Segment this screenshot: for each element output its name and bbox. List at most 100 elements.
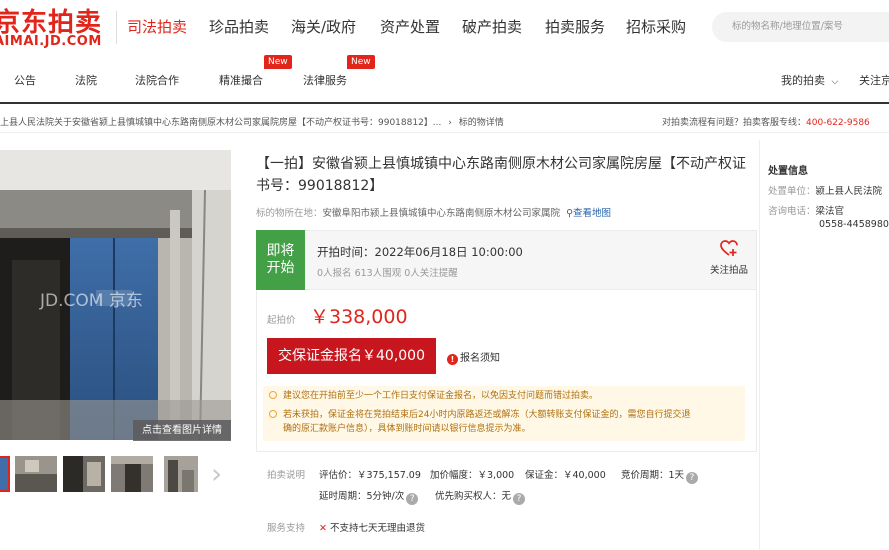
contact-label: 咨询电话： <box>768 206 816 217</box>
chevron-down-icon: ⌵ <box>831 77 839 87</box>
map-pin-icon: ⚲ <box>566 208 574 219</box>
bidding-period: 竞价周期：1天? <box>621 467 699 484</box>
breadcrumb-current: 标的物详情 <box>458 118 504 128</box>
subnav-announcement[interactable]: 公告 <box>14 72 36 88</box>
pay-deposit-register-button[interactable]: 交保证金报名￥40,000 <box>267 338 436 374</box>
header-divider <box>0 102 889 104</box>
disposal-unit-row: 处置单位：颍上县人民法院 <box>768 183 882 197</box>
thumbnail-image <box>63 456 105 492</box>
search-input[interactable]: 标的物名称/地理位置/案号 <box>712 12 889 42</box>
follow-item-label: 关注拍品 <box>709 265 748 276</box>
start-price-label: 起拍价 <box>267 315 296 326</box>
view-photo-details-button[interactable]: 点击查看图片详情 <box>133 420 231 441</box>
no-return-text: 不支持七天无理由退货 <box>329 523 425 534</box>
cross-icon: ✕ <box>319 523 327 534</box>
status-line-1: 即将 <box>266 243 295 259</box>
logo-divider <box>116 11 117 44</box>
chevron-right-icon: › <box>448 118 452 128</box>
deposit-amount: 保证金：￥40,000 <box>525 470 606 481</box>
heart-plus-icon <box>720 240 738 256</box>
start-price: ￥338,000 <box>310 306 408 328</box>
appraisal-price: 评估价：￥375,157.09 <box>319 470 421 481</box>
nav-judicial-auction[interactable]: 司法拍卖 <box>127 16 187 37</box>
subnav-court[interactable]: 法院 <box>75 72 97 88</box>
contact-row: 咨询电话：梁法官 <box>768 203 844 217</box>
start-time: 开拍时间：2022年06月18日 10:00:00 <box>317 245 523 259</box>
thumbnail[interactable] <box>164 456 198 492</box>
nav-tender-purchase[interactable]: 招标采购 <box>626 16 686 37</box>
contact-name: 梁法官 <box>815 206 845 217</box>
thumbnail-image <box>111 456 153 492</box>
item-location: 标的物所在地：安徽阜阳市颍上县慎城镇中心东路南侧原木材公司家属院 ⚲查看地图 <box>256 205 611 219</box>
view-map-link[interactable]: 查看地图 <box>573 208 611 219</box>
delay-period: 延时周期：5分钟/次? <box>319 488 419 505</box>
tip-item: 建议您在开拍前至少一个工作日支付保证金报名，以免因支付问题而错过拍卖。 <box>269 390 598 403</box>
subnav-precise-match[interactable]: 精准撮合 <box>219 72 263 88</box>
thumbnail[interactable] <box>63 456 105 492</box>
thumbnail-next-arrow-icon[interactable]: › <box>211 459 222 489</box>
status-panel <box>256 230 757 290</box>
item-title: 【一拍】安徽省颍上县慎城镇中心东路南侧原木材公司家属院房屋【不动产权证书号：99… <box>256 156 746 194</box>
question-icon[interactable]: ? <box>406 493 419 505</box>
tip-text-continued: 确的原汇款账户信息），具体到账时间请以银行信息提示为准。 <box>283 424 531 434</box>
registration-notice-link[interactable]: ! 报名须知 <box>447 349 500 365</box>
tip-text: 若未获拍，保证金将在竞拍结束后24小时内原路返还或解冻（大额转账支付保证金的，需… <box>283 410 691 420</box>
thumbnail[interactable] <box>15 456 57 492</box>
service-support-value: ✕ 不支持七天无理由退货 <box>319 520 425 534</box>
follow-item-button[interactable]: 关注拍品 <box>707 240 751 276</box>
location-label: 标的物所在地： <box>256 208 323 219</box>
participation-counts: 0人报名 613人围观 0人关注提醒 <box>317 268 458 279</box>
page: 京东拍卖 AIMAI.JD.COM 司法拍卖 珍品拍卖 海关/政府 资产处置 破… <box>0 0 889 550</box>
hotline-number: 400-622-9586 <box>806 118 870 128</box>
logo-subtext[interactable]: AIMAI.JD.COM <box>0 34 102 49</box>
question-icon[interactable]: ? <box>513 493 526 505</box>
breadcrumb: 上县人民法院关于安徽省颍上县慎城镇中心东路南侧原木材公司家属院房屋【不动产权证书… <box>0 115 504 128</box>
thumbnail[interactable] <box>111 456 153 492</box>
main-photo[interactable]: JD.COM 京东 <box>0 150 231 440</box>
tips-box: 建议您在开拍前至少一个工作日支付保证金报名，以免因支付问题而错过拍卖。 若未获拍… <box>263 386 745 441</box>
bulb-icon <box>269 391 277 399</box>
thumbnail-image <box>15 456 57 492</box>
registration-notice-label: 报名须知 <box>460 353 500 364</box>
nav-treasure-auction[interactable]: 珍品拍卖 <box>209 16 269 37</box>
alert-icon: ! <box>447 354 458 365</box>
service-support-label: 服务支持 <box>267 523 306 534</box>
my-auction-dropdown[interactable]: 我的拍卖 ⌵ <box>781 72 838 88</box>
disposal-unit-label: 处置单位： <box>768 186 816 197</box>
bulb-icon <box>269 410 277 418</box>
nav-asset-disposal[interactable]: 资产处置 <box>380 16 440 37</box>
priority-buyer-text: 优先购买权人：无 <box>435 491 512 502</box>
hotline: 对拍卖流程有问题？拍卖客服专线：400-622-9586 <box>662 115 870 128</box>
bidding-period-text: 竞价周期：1天 <box>621 470 685 481</box>
location-value: 安徽阜阳市颍上县慎城镇中心东路南侧原木材公司家属院 <box>322 208 561 219</box>
thumbnail-image <box>0 458 8 490</box>
status-line-2: 开始 <box>266 260 295 276</box>
breadcrumb-parent[interactable]: 上县人民法院关于安徽省颍上县慎城镇中心东路南侧原木材公司家属院房屋【不动产权证书… <box>0 118 441 128</box>
disposal-info-title: 处置信息 <box>768 166 808 177</box>
status-badge: 即将 开始 <box>256 230 305 290</box>
delay-period-text: 延时周期：5分钟/次 <box>319 491 405 502</box>
disposal-unit-value[interactable]: 颍上县人民法院 <box>816 186 883 197</box>
new-badge: New <box>347 55 375 69</box>
bid-increment: 加价幅度：￥3,000 <box>430 470 515 481</box>
nav-customs-government[interactable]: 海关/政府 <box>291 16 356 37</box>
nav-auction-service[interactable]: 拍卖服务 <box>545 16 605 37</box>
subnav-court-cooperation[interactable]: 法院合作 <box>135 72 179 88</box>
follow-jd-link[interactable]: 关注京 <box>859 72 889 88</box>
breadcrumb-divider <box>0 132 889 133</box>
auction-description-label: 拍卖说明 <box>267 470 306 481</box>
priority-buyer: 优先购买权人：无? <box>435 488 526 505</box>
nav-bankruptcy-auction[interactable]: 破产拍卖 <box>462 16 522 37</box>
my-auction-label: 我的拍卖 <box>781 74 825 87</box>
tip-item: 若未获拍，保证金将在竞拍结束后24小时内原路返还或解冻（大额转账支付保证金的，需… <box>269 409 690 422</box>
contact-phone: 0558-4458980 <box>819 219 889 230</box>
subnav-legal-service[interactable]: 法律服务 <box>303 72 347 88</box>
thumbnail-image <box>164 456 198 492</box>
new-badge: New <box>264 55 292 69</box>
photo-watermark: JD.COM 京东 <box>40 291 143 311</box>
thumbnail[interactable] <box>0 456 10 492</box>
question-icon[interactable]: ? <box>686 472 699 484</box>
right-column-divider <box>759 140 760 550</box>
tip-text: 建议您在开拍前至少一个工作日支付保证金报名，以免因支付问题而错过拍卖。 <box>283 391 599 401</box>
hotline-label: 对拍卖流程有问题？拍卖客服专线： <box>662 118 807 128</box>
